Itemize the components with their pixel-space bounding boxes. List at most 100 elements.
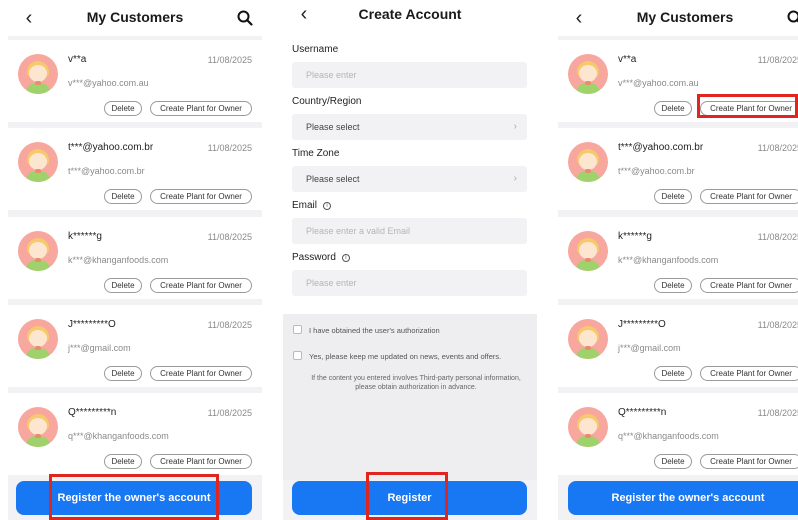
chevron-right-icon: › <box>513 173 517 184</box>
customer-name: k******g <box>618 231 652 242</box>
customer-email: t***@yahoo.com.br <box>618 166 695 176</box>
my-customers-screen-right: ‹ My Customers v**a v***@yahoo.com.au 11… <box>558 0 798 520</box>
user-avatar-icon <box>18 231 58 271</box>
timezone-select[interactable]: Please select › <box>292 166 527 192</box>
my-customers-screen-left: ‹ My Customers v**a v***@yahoo.com.au 11… <box>8 0 262 520</box>
updates-checkbox[interactable] <box>293 351 302 360</box>
header: ‹ My Customers <box>558 0 798 36</box>
customer-card[interactable]: Q*********n q***@khanganfoods.com 11/08/… <box>558 393 798 475</box>
consent-section: I have obtained the user's authorization… <box>283 314 537 480</box>
user-avatar-icon <box>18 54 58 94</box>
customer-email: q***@khanganfoods.com <box>618 431 719 441</box>
customer-card[interactable]: J*********O j***@gmail.com 11/08/2025 De… <box>8 305 262 387</box>
customer-name: J*********O <box>618 319 666 330</box>
customer-card[interactable]: v**a v***@yahoo.com.au 11/08/2025 Delete… <box>558 40 798 122</box>
user-avatar-icon <box>18 407 58 447</box>
customer-date: 11/08/2025 <box>757 232 798 242</box>
password-input[interactable]: Please enter <box>292 270 527 296</box>
customer-date: 11/08/2025 <box>207 408 252 418</box>
timezone-value: Please select <box>306 174 360 184</box>
customer-card[interactable]: J*********O j***@gmail.com 11/08/2025 De… <box>558 305 798 387</box>
register-owner-account-button[interactable]: Register the owner's account <box>568 481 798 515</box>
country-select[interactable]: Please select › <box>292 114 527 140</box>
customer-email: t***@yahoo.com.br <box>68 166 145 176</box>
customer-date: 11/08/2025 <box>207 232 252 242</box>
user-avatar-icon <box>568 319 608 359</box>
delete-button[interactable]: Delete <box>104 189 142 204</box>
create-plant-button[interactable]: Create Plant for Owner <box>150 366 252 381</box>
customer-name: t***@yahoo.com.br <box>618 142 704 153</box>
create-account-form: Username Please enter Country/Region Ple… <box>283 36 537 314</box>
email-label: Email <box>292 200 318 211</box>
customer-name: k******g <box>68 231 102 242</box>
third-party-note: If the content you entered involves Thir… <box>311 375 521 391</box>
info-icon[interactable]: i <box>323 202 332 210</box>
header: ‹ Create Account <box>283 0 537 36</box>
delete-button[interactable]: Delete <box>654 189 692 204</box>
register-button[interactable]: Register <box>292 481 527 515</box>
register-owner-account-button[interactable]: Register the owner's account <box>16 481 252 515</box>
customer-card[interactable]: t***@yahoo.com.br t***@yahoo.com.br 11/0… <box>558 128 798 210</box>
customer-email: k***@khanganfoods.com <box>618 255 719 265</box>
create-plant-button[interactable]: Create Plant for Owner <box>700 101 798 116</box>
chevron-right-icon: › <box>513 121 517 132</box>
create-plant-button[interactable]: Create Plant for Owner <box>150 278 252 293</box>
customer-email: j***@gmail.com <box>618 343 681 353</box>
user-avatar-icon <box>568 54 608 94</box>
delete-button[interactable]: Delete <box>104 366 142 381</box>
info-icon[interactable]: i <box>341 254 350 262</box>
customer-card[interactable]: Q*********n q***@khanganfoods.com 11/08/… <box>8 393 262 475</box>
password-label-row: Password i <box>292 252 350 263</box>
email-input[interactable]: Please enter a valid Email <box>292 218 527 244</box>
user-avatar-icon <box>568 231 608 271</box>
username-input[interactable]: Please enter <box>292 62 527 88</box>
user-avatar-icon <box>568 142 608 182</box>
customer-email: v***@yahoo.com.au <box>618 78 699 88</box>
delete-button[interactable]: Delete <box>654 278 692 293</box>
create-plant-button[interactable]: Create Plant for Owner <box>150 189 252 204</box>
user-avatar-icon <box>18 142 58 182</box>
search-icon[interactable] <box>786 9 798 27</box>
customer-date: 11/08/2025 <box>207 320 252 330</box>
country-label: Country/Region <box>292 96 362 107</box>
delete-button[interactable]: Delete <box>104 278 142 293</box>
create-account-screen: ‹ Create Account Username Please enter C… <box>283 0 537 520</box>
customer-card[interactable]: k******g k***@khanganfoods.com 11/08/202… <box>558 217 798 299</box>
customer-date: 11/08/2025 <box>757 55 798 65</box>
customer-email: q***@khanganfoods.com <box>68 431 169 441</box>
delete-button[interactable]: Delete <box>654 366 692 381</box>
customer-email: v***@yahoo.com.au <box>68 78 149 88</box>
customer-email: k***@khanganfoods.com <box>68 255 169 265</box>
delete-button[interactable]: Delete <box>104 101 142 116</box>
customer-card[interactable]: t***@yahoo.com.br t***@yahoo.com.br 11/0… <box>8 128 262 210</box>
customer-card[interactable]: k******g k***@khanganfoods.com 11/08/202… <box>8 217 262 299</box>
page-title: Create Account <box>358 6 462 22</box>
create-plant-button[interactable]: Create Plant for Owner <box>700 366 798 381</box>
country-value: Please select <box>306 122 360 132</box>
search-icon[interactable] <box>236 9 254 27</box>
customer-date: 11/08/2025 <box>757 320 798 330</box>
customer-name: t***@yahoo.com.br <box>68 142 154 153</box>
create-plant-button[interactable]: Create Plant for Owner <box>700 189 798 204</box>
customer-card[interactable]: v**a v***@yahoo.com.au 11/08/2025 Delete… <box>8 40 262 122</box>
delete-button[interactable]: Delete <box>104 454 142 469</box>
page-title: My Customers <box>86 9 184 25</box>
authorization-checkbox[interactable] <box>293 325 302 334</box>
customer-date: 11/08/2025 <box>207 143 252 153</box>
user-avatar-icon <box>568 407 608 447</box>
customer-name: Q*********n <box>68 407 117 418</box>
customer-date: 11/08/2025 <box>757 408 798 418</box>
create-plant-button[interactable]: Create Plant for Owner <box>700 278 798 293</box>
delete-button[interactable]: Delete <box>654 101 692 116</box>
customer-name: J*********O <box>68 319 116 330</box>
create-plant-button[interactable]: Create Plant for Owner <box>700 454 798 469</box>
delete-button[interactable]: Delete <box>654 454 692 469</box>
header: ‹ My Customers <box>8 0 262 36</box>
create-plant-button[interactable]: Create Plant for Owner <box>150 101 252 116</box>
screenshot-stage: ‹ My Customers v**a v***@yahoo.com.au 11… <box>0 0 798 520</box>
create-plant-button[interactable]: Create Plant for Owner <box>150 454 252 469</box>
customer-name: v**a <box>618 54 637 65</box>
customer-name: v**a <box>68 54 87 65</box>
username-label: Username <box>292 44 339 55</box>
email-label-row: Email i <box>292 200 332 211</box>
